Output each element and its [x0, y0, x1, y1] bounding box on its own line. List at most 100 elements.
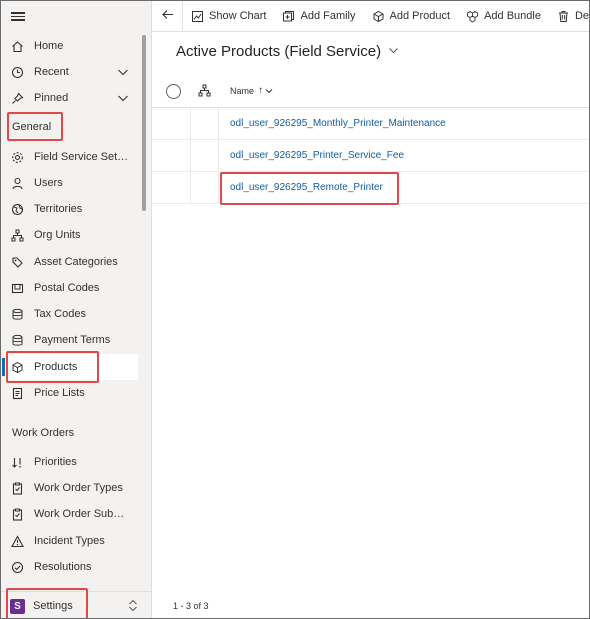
priority-icon [10, 455, 24, 469]
settings-area-badge: S [10, 598, 25, 614]
select-all-checkbox[interactable] [166, 84, 181, 99]
sidebar-scrollbar[interactable] [142, 35, 146, 211]
sidebar-item-field-service-settings[interactable]: Field Service Setti... [1, 144, 141, 170]
product-name-link[interactable]: odl_user_926295_Remote_Printer [230, 182, 383, 193]
selected-indicator [2, 358, 5, 376]
general-section-header: General [12, 121, 52, 133]
document-icon [10, 386, 24, 400]
chevron-down-icon[interactable] [117, 66, 129, 81]
nav-recent[interactable]: Recent [1, 59, 141, 85]
column-header-label: Name [230, 85, 255, 96]
sidebar-item-postal-codes[interactable]: Postal Codes [1, 275, 141, 301]
sidebar-item-incident-types[interactable]: Incident Types [1, 528, 141, 554]
add-product-button[interactable]: Add Product [364, 1, 459, 31]
check-circle-icon [10, 560, 24, 574]
sidebar-item-tax-codes[interactable]: Tax Codes [1, 301, 141, 327]
sidebar: Home Recent Pinned General Field Service… [1, 1, 152, 618]
pin-icon [10, 91, 24, 105]
sidebar-item-products[interactable]: Products [2, 354, 138, 380]
show-chart-label: Show Chart [209, 10, 267, 22]
settings-area-label: Settings [33, 600, 73, 612]
sidebar-item-territories[interactable]: Territories [1, 196, 141, 222]
chevron-down-icon [388, 43, 399, 60]
nav-recent-label: Recent [34, 66, 69, 78]
sidebar-item-label: Tax Codes [34, 308, 86, 320]
view-selector[interactable]: Active Products (Field Service) [176, 43, 399, 60]
sidebar-item-label: Priorities [34, 456, 77, 468]
record-count: 1 - 3 of 3 [173, 601, 209, 611]
sidebar-item-label: Incident Types [34, 535, 105, 547]
nav-home[interactable]: Home [1, 33, 141, 59]
stack-icon [10, 333, 24, 347]
chevron-down-icon [265, 88, 273, 93]
clipboard-icon [10, 481, 24, 495]
area-switcher[interactable]: S Settings [1, 591, 151, 618]
clipboard-icon [10, 507, 24, 521]
cube-icon [373, 10, 384, 22]
sidebar-item-label: Org Units [34, 229, 81, 241]
sidebar-item-priorities[interactable]: Priorities [1, 449, 141, 475]
view-title: Active Products (Field Service) [176, 43, 382, 60]
hierarchy-icon[interactable] [198, 84, 211, 100]
chart-icon [192, 10, 203, 22]
nav-home-label: Home [34, 40, 64, 52]
sidebar-item-label: Asset Categories [34, 256, 118, 268]
add-product-label: Add Product [389, 10, 451, 22]
stack-icon [10, 307, 24, 321]
sidebar-item-label: Users [34, 177, 63, 189]
arrow-left-icon [161, 8, 174, 24]
delete-button[interactable]: Delet [549, 1, 589, 31]
table-row[interactable]: odl_user_926295_Printer_Service_Fee [152, 140, 589, 172]
sidebar-item-label: Field Service Setti... [34, 151, 129, 163]
sidebar-item-label: Postal Codes [34, 282, 100, 294]
postal-code-icon [10, 281, 24, 295]
table-row[interactable]: odl_user_926295_Remote_Printer [152, 172, 589, 204]
person-icon [10, 176, 24, 190]
product-name-link[interactable]: odl_user_926295_Monthly_Printer_Maintena… [230, 118, 446, 129]
clock-icon [10, 65, 24, 79]
grid-header: Name ↑ [152, 75, 589, 108]
home-icon [10, 39, 24, 53]
org-chart-icon [10, 228, 24, 242]
show-chart-button[interactable]: Show Chart [183, 1, 274, 31]
sidebar-item-price-lists[interactable]: Price Lists [1, 380, 141, 406]
back-button[interactable] [152, 1, 183, 31]
chevron-down-icon[interactable] [117, 92, 129, 107]
sidebar-item-label: Resolutions [34, 561, 92, 573]
sidebar-item-users[interactable]: Users [1, 170, 141, 196]
sidebar-item-label: Price Lists [34, 387, 85, 399]
globe-icon [10, 202, 24, 216]
command-bar: Show Chart Add Family Add Product Add Bu… [152, 1, 589, 32]
cube-icon [10, 360, 24, 374]
sidebar-item-work-order-substatuses[interactable]: Work Order Subst... [1, 501, 141, 527]
gear-icon [10, 150, 24, 164]
bundle-icon [467, 10, 479, 23]
warning-icon [10, 534, 24, 548]
sidebar-item-label: Products [34, 361, 78, 373]
trash-icon [558, 10, 568, 22]
sort-ascending-icon: ↑ [258, 85, 264, 96]
column-header-name[interactable]: Name ↑ [230, 85, 273, 96]
sidebar-item-resolutions[interactable]: Resolutions [1, 554, 141, 580]
sidebar-item-payment-terms[interactable]: Payment Terms [1, 327, 141, 353]
add-family-label: Add Family [300, 10, 356, 22]
add-bundle-label: Add Bundle [484, 10, 541, 22]
main-content: Show Chart Add Family Add Product Add Bu… [152, 1, 589, 618]
sidebar-item-asset-categories[interactable]: Asset Categories [1, 249, 141, 275]
sidebar-item-label: Work Order Types [34, 482, 123, 494]
product-name-link[interactable]: odl_user_926295_Printer_Service_Fee [230, 150, 404, 161]
add-family-icon [283, 10, 295, 21]
asset-category-icon [10, 255, 24, 269]
app-frame: Home Recent Pinned General Field Service… [0, 0, 590, 619]
work-orders-section-header: Work Orders [12, 427, 75, 439]
hamburger-menu-icon[interactable] [11, 10, 25, 24]
nav-pinned[interactable]: Pinned [1, 85, 141, 111]
add-family-button[interactable]: Add Family [274, 1, 363, 31]
add-bundle-button[interactable]: Add Bundle [458, 1, 549, 31]
sidebar-item-label: Work Order Subst... [34, 508, 129, 520]
chevron-up-down-icon[interactable] [127, 599, 139, 615]
table-row[interactable]: odl_user_926295_Monthly_Printer_Maintena… [152, 108, 589, 140]
sidebar-item-org-units[interactable]: Org Units [1, 222, 141, 248]
sidebar-item-label: Payment Terms [34, 334, 111, 346]
sidebar-item-work-order-types[interactable]: Work Order Types [1, 475, 141, 501]
